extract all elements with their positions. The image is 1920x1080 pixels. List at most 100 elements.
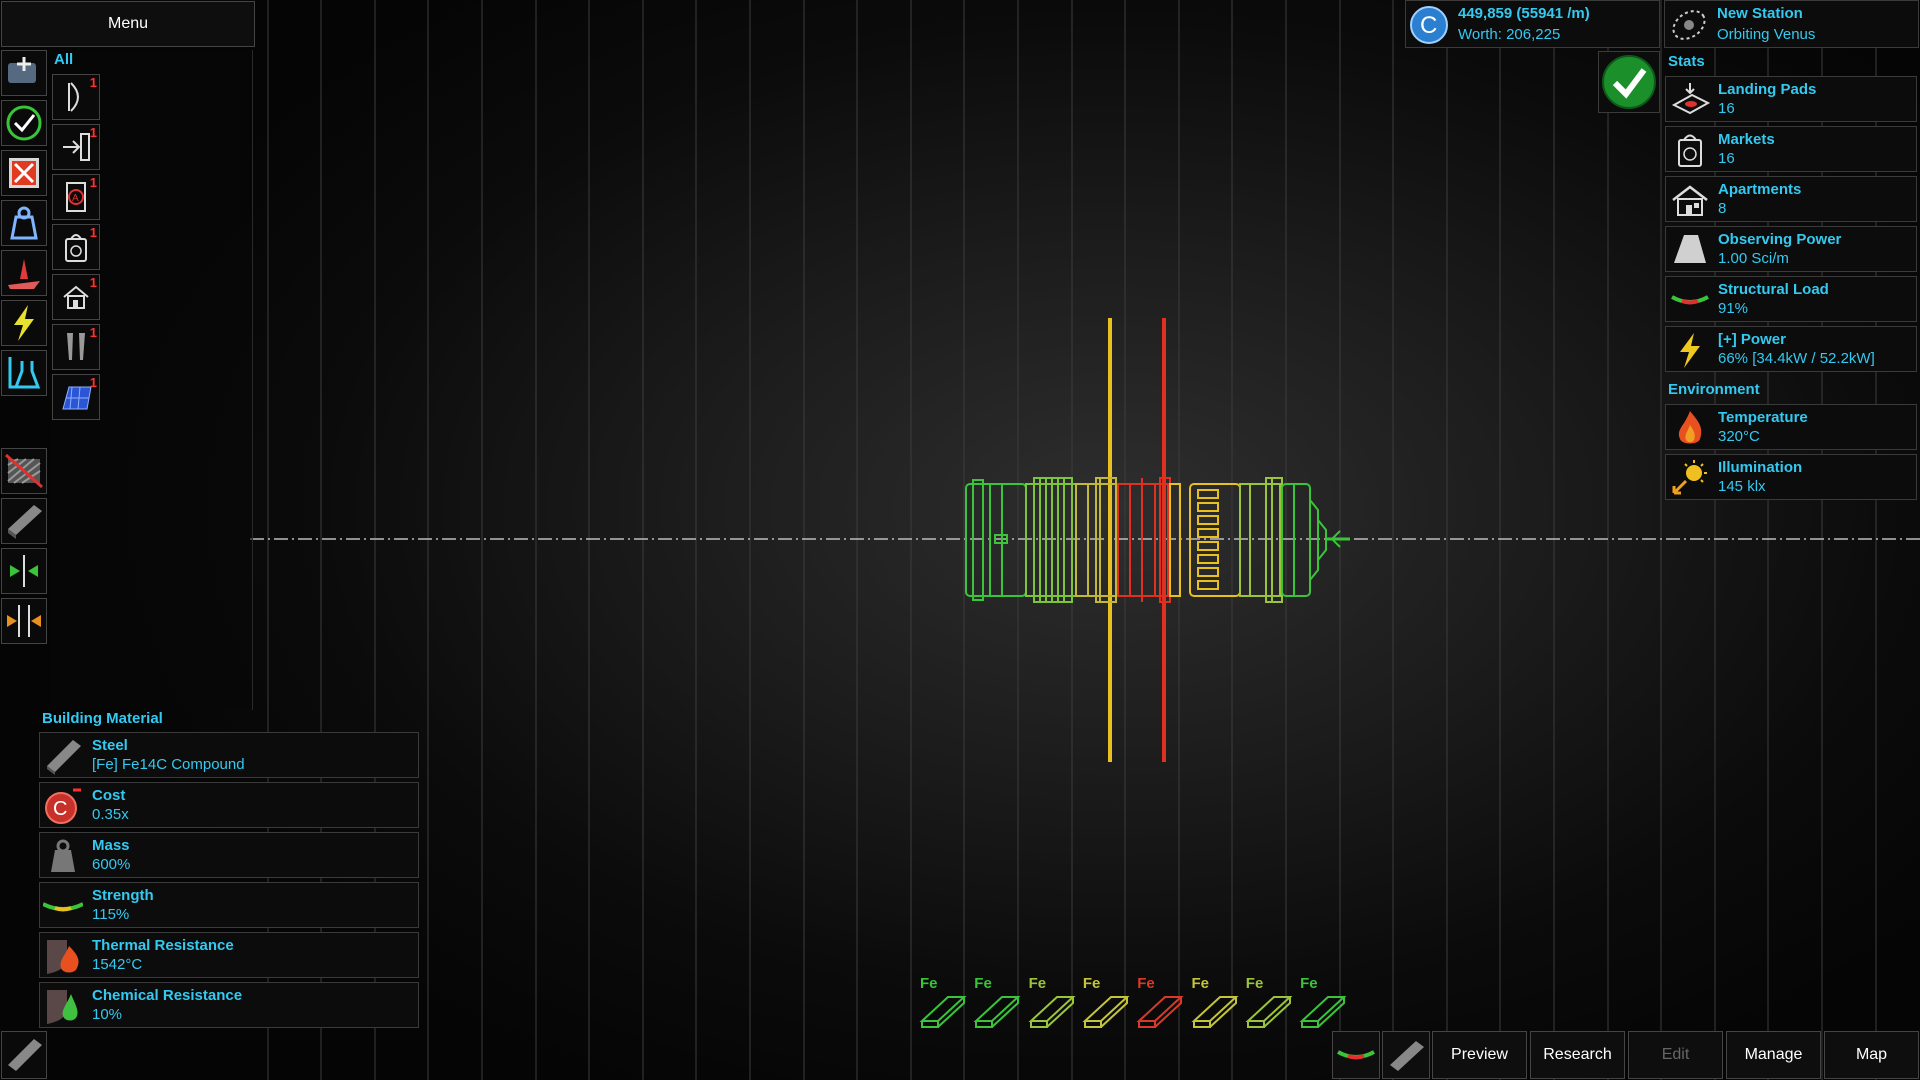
- structural-load-icon: [1671, 295, 1709, 305]
- material-beam-icon: [8, 505, 42, 539]
- solar-panel-icon: [62, 386, 92, 410]
- hide-hatch-icon: [5, 453, 43, 489]
- category-apartment[interactable]: 1: [52, 274, 100, 320]
- category-all-tab[interactable]: All: [54, 51, 73, 68]
- mirror-tool[interactable]: [1, 598, 47, 644]
- beam-segment-icon: [973, 996, 1021, 1028]
- confirm-tool[interactable]: [1, 100, 47, 146]
- stat-observing-power[interactable]: Observing Power 1.00 Sci/m: [1665, 226, 1917, 272]
- stat-label: Markets: [1718, 131, 1775, 148]
- delete-icon: [9, 158, 39, 188]
- heat-tool[interactable]: [1, 250, 47, 296]
- category-market[interactable]: 1: [52, 224, 100, 270]
- menu-button[interactable]: Menu: [1, 1, 255, 47]
- env-label: Illumination: [1718, 459, 1803, 476]
- steel-beam-icon: [47, 740, 81, 775]
- segment-material-indicator[interactable]: Fe: [1298, 975, 1348, 1033]
- material-cost[interactable]: C Cost 0.35x: [39, 782, 419, 828]
- expand-tool[interactable]: [1, 548, 47, 594]
- stat-power[interactable]: [+] Power 66% [34.4kW / 52.2kW]: [1665, 326, 1917, 372]
- material-chemical-resistance[interactable]: Chemical Resistance 10%: [39, 982, 419, 1028]
- weight-tool[interactable]: [1, 200, 47, 246]
- observing-power-icon: [1674, 235, 1706, 263]
- check-icon: [6, 105, 42, 141]
- material-selector-tool[interactable]: [1, 1031, 47, 1079]
- research-button[interactable]: Research: [1530, 1031, 1625, 1079]
- material-value: 10%: [92, 1006, 123, 1023]
- stat-structural-load[interactable]: Structural Load 91%: [1665, 276, 1917, 322]
- segment-material-indicator[interactable]: Fe: [972, 975, 1022, 1033]
- segment-material-indicator[interactable]: Fe: [1081, 975, 1131, 1033]
- edit-button[interactable]: Edit: [1628, 1031, 1723, 1079]
- credits-coin-icon: C: [1410, 6, 1448, 44]
- stat-value: 8: [1718, 200, 1727, 217]
- material-label: Chemical Resistance: [92, 987, 243, 1004]
- segment-material-indicator[interactable]: Fe: [1190, 975, 1240, 1033]
- material-value: [Fe] Fe14C Compound: [92, 756, 245, 773]
- stat-value: 91%: [1718, 300, 1749, 317]
- material-value: 0.35x: [92, 806, 129, 823]
- segment-material-indicator[interactable]: Fe: [1135, 975, 1185, 1033]
- material-strength[interactable]: Strength 115%: [39, 882, 419, 928]
- cost-coin-icon: C: [45, 788, 81, 824]
- stat-value: 16: [1718, 150, 1735, 167]
- structural-view-button[interactable]: [1332, 1031, 1380, 1079]
- material-mass[interactable]: Mass 600%: [39, 832, 419, 878]
- airlock-icon: [63, 133, 90, 161]
- power-icon: [1680, 333, 1700, 368]
- confirm-build-button[interactable]: [1598, 51, 1660, 113]
- category-control[interactable]: A 1: [52, 174, 100, 220]
- stat-apartments[interactable]: Apartments 8: [1665, 176, 1917, 222]
- stat-markets[interactable]: Markets 16: [1665, 126, 1917, 172]
- material-steel[interactable]: Steel [Fe] Fe14C Compound: [39, 732, 419, 778]
- stat-label: Landing Pads: [1718, 81, 1817, 98]
- mirror-icon: [7, 605, 41, 637]
- heat-icon: [8, 259, 40, 289]
- category-count-badge: 1: [89, 375, 97, 390]
- power-tool[interactable]: [1, 300, 47, 346]
- material-label: Cost: [92, 787, 126, 804]
- category-telescope[interactable]: 1: [52, 324, 100, 370]
- category-solar[interactable]: 1: [52, 374, 100, 420]
- delete-tool[interactable]: [1, 150, 47, 196]
- station-info-panel[interactable]: New Station Orbiting Venus: [1664, 0, 1919, 48]
- category-count-badge: 1: [89, 75, 97, 90]
- segment-material-indicator[interactable]: Fe: [918, 975, 968, 1033]
- category-hull[interactable]: 1: [52, 74, 100, 120]
- manage-button[interactable]: Manage: [1726, 1031, 1821, 1079]
- category-count-badge: 1: [89, 175, 97, 190]
- beam-segment-icon: [1136, 996, 1184, 1028]
- category-airlock[interactable]: 1: [52, 124, 100, 170]
- map-button[interactable]: Map: [1824, 1031, 1919, 1079]
- add-module-tool[interactable]: [1, 50, 47, 96]
- stat-label: Structural Load: [1718, 281, 1829, 298]
- stat-value: 16: [1718, 100, 1735, 117]
- segment-material-indicator[interactable]: Fe: [1244, 975, 1294, 1033]
- telescope-icon: [67, 333, 85, 360]
- stat-label: [+] Power: [1718, 331, 1786, 348]
- stat-landing-pads[interactable]: Landing Pads 16: [1665, 76, 1917, 122]
- money-value: 449,859 (55941 /m): [1458, 5, 1590, 22]
- money-panel: C 449,859 (55941 /m) Worth: 206,225: [1405, 0, 1660, 48]
- hide-hatch-tool[interactable]: [1, 448, 47, 494]
- stats-title: Stats: [1668, 53, 1705, 70]
- env-temperature[interactable]: Temperature 320°C: [1665, 404, 1917, 450]
- material-thermal-resistance[interactable]: Thermal Resistance 1542°C: [39, 932, 419, 978]
- science-tool[interactable]: [1, 350, 47, 396]
- preview-button[interactable]: Preview: [1432, 1031, 1527, 1079]
- env-illumination[interactable]: Illumination 145 klx: [1665, 454, 1917, 500]
- material-view-button[interactable]: [1382, 1031, 1430, 1079]
- segment-material-indicator[interactable]: Fe: [1027, 975, 1077, 1033]
- svg-text:C: C: [53, 798, 67, 820]
- mass-weight-icon: [51, 839, 75, 872]
- sun-icon: [1672, 460, 1707, 495]
- env-value: 145 klx: [1718, 478, 1766, 495]
- beam-segment-icon: [1245, 996, 1293, 1028]
- material-label: Thermal Resistance: [92, 937, 234, 954]
- material-tool[interactable]: [1, 498, 47, 544]
- science-flask-icon: [8, 357, 41, 389]
- station-worth: Worth: 206,225: [1458, 26, 1561, 43]
- beam-segment-icon: [919, 996, 967, 1028]
- stat-label: Apartments: [1718, 181, 1802, 198]
- category-count-badge: 1: [89, 125, 97, 140]
